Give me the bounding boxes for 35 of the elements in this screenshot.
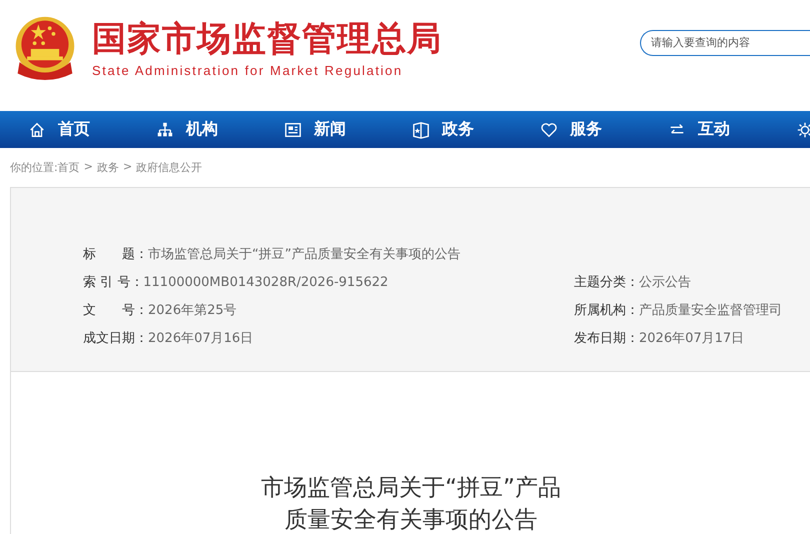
field-value: 2026年07月16日 xyxy=(148,331,254,346)
nav-link[interactable]: 机构 xyxy=(186,119,218,140)
nav-link[interactable]: 新闻 xyxy=(314,119,346,140)
field-value: 公示公告 xyxy=(639,275,691,290)
book-star-icon[interactable] xyxy=(412,120,430,138)
breadcrumb-separator: > xyxy=(84,160,93,175)
article-title: 市场监管总局关于“拼豆”产品 xyxy=(261,474,561,503)
nav-link[interactable]: 政务 xyxy=(442,119,474,140)
field-value: 产品质量安全监督管理司 xyxy=(639,303,782,318)
newspaper-icon[interactable] xyxy=(284,120,302,138)
field-value: 市场监管总局关于“拼豆”产品质量安全有关事项的公告 xyxy=(148,247,460,262)
field-value: 2026年07月17日 xyxy=(639,331,744,346)
field-label: 主题分类： xyxy=(574,275,639,290)
breadcrumb-link[interactable]: 政府信息公开 xyxy=(136,160,202,175)
nav-link[interactable]: 服务 xyxy=(570,119,602,140)
org-chart-icon[interactable] xyxy=(156,120,174,138)
field-label: 索 引 号： xyxy=(83,275,144,290)
article-title: 质量安全有关事项的公告 xyxy=(284,506,538,534)
field-label: 文 号： xyxy=(83,303,148,318)
breadcrumb-link[interactable]: 政务 xyxy=(96,160,119,175)
search-field[interactable]: 请输入要查询的内容 xyxy=(640,30,810,56)
nav-link[interactable]: 互动 xyxy=(698,119,730,140)
field-label: 成文日期： xyxy=(83,331,148,346)
breadcrumb-link[interactable]: 你的位置:首页 xyxy=(10,160,80,175)
field-value: 11100000MB0143028R/2026-915622 xyxy=(143,275,388,290)
field-label: 发布日期： xyxy=(574,331,639,346)
site-subtitle: State Administration for Market Regulation xyxy=(92,62,404,78)
site-title: 国家市场监督管理总局 xyxy=(92,18,442,58)
field-label: 标 题： xyxy=(83,247,148,262)
heart-icon[interactable] xyxy=(540,120,558,138)
nav-link[interactable]: 首页 xyxy=(58,119,90,140)
field-value: 2026年第25号 xyxy=(148,303,237,318)
home-icon[interactable] xyxy=(28,120,46,138)
field-label: 所属机构： xyxy=(574,303,639,318)
breadcrumb-separator: > xyxy=(122,160,132,175)
